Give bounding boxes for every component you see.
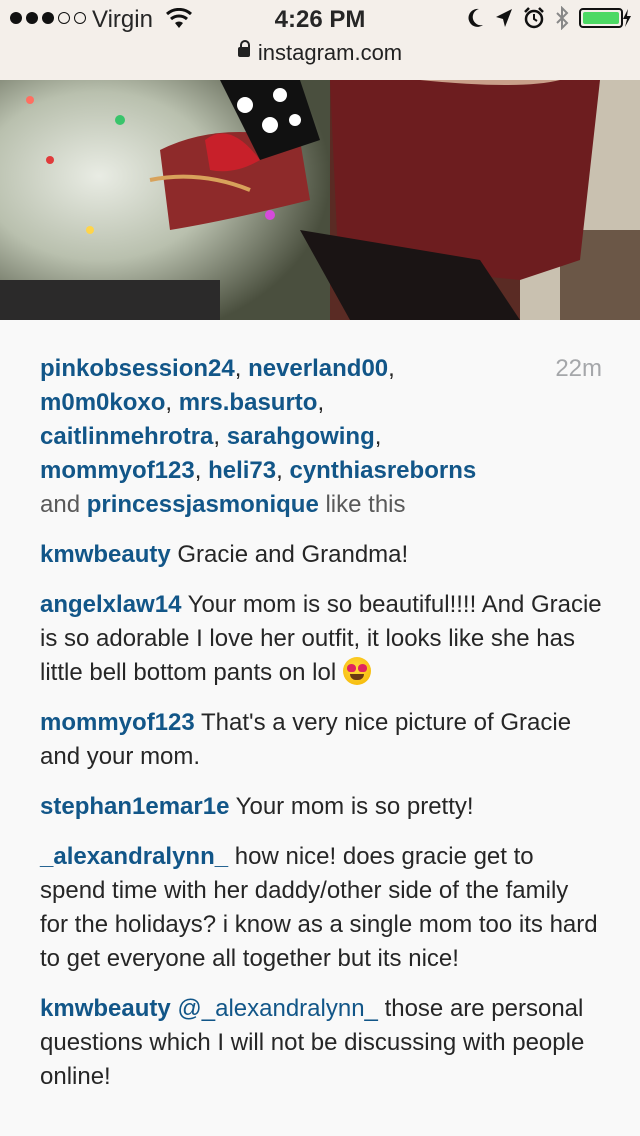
comment: stephan1emar1e Your mom is so pretty! [40, 790, 602, 824]
likes-suffix: like this [325, 491, 406, 518]
comment-username[interactable]: angelxlaw14 [40, 591, 181, 618]
post-photo[interactable] [0, 80, 640, 320]
battery-icon [579, 8, 623, 28]
post-image [0, 80, 640, 320]
likes-summary: 22m pinkobsession24, neverland00, m0m0ko… [40, 352, 602, 522]
charging-icon [623, 9, 631, 27]
liker-username[interactable]: heli73 [208, 457, 276, 484]
liker-username[interactable]: cynthiasreborns [289, 457, 476, 484]
status-bar: Virgin 4:26 PM instagram.com [0, 0, 640, 81]
comment: kmwbeauty Gracie and Grandma! [40, 538, 602, 572]
liker-username[interactable]: mrs.basurto [179, 389, 318, 416]
comment: kmwbeauty @_alexandralynn_ those are per… [40, 992, 602, 1094]
comment-text: Gracie and Grandma! [177, 541, 409, 568]
comment-username[interactable]: kmwbeauty [40, 995, 171, 1022]
status-row: Virgin 4:26 PM [0, 4, 640, 38]
comment-username[interactable]: _alexandralynn_ [40, 843, 228, 870]
liker-username[interactable]: mommyof123 [40, 457, 195, 484]
comment-username[interactable]: stephan1emar1e [40, 793, 229, 820]
liker-username[interactable]: pinkobsession24 [40, 355, 235, 382]
liker-username[interactable]: neverland00 [248, 355, 388, 382]
bluetooth-icon [556, 6, 569, 30]
moon-icon [468, 8, 483, 27]
post-details: 22m pinkobsession24, neverland00, m0m0ko… [40, 352, 602, 1094]
liker-username[interactable]: m0m0koxo [40, 389, 165, 416]
comment: _alexandralynn_ how nice! does gracie ge… [40, 840, 602, 976]
comment-mention[interactable]: @_alexandralynn_ [177, 995, 378, 1022]
address-bar[interactable]: instagram.com [0, 40, 640, 66]
liker-username[interactable]: princessjasmonique [87, 491, 319, 518]
comment-username[interactable]: mommyof123 [40, 709, 195, 736]
url-text: instagram.com [257, 40, 403, 65]
location-arrow-icon [496, 9, 512, 27]
comment: angelxlaw14 Your mom is so beautiful!!!!… [40, 588, 602, 690]
alarm-icon [524, 7, 544, 29]
comment: mommyof123 That's a very nice picture of… [40, 706, 602, 774]
liker-username[interactable]: sarahgowing [227, 423, 375, 450]
likes-and-label: and [40, 491, 81, 518]
comment-username[interactable]: kmwbeauty [40, 541, 171, 568]
status-icons [467, 6, 632, 30]
liker-username[interactable]: caitlinmehrotra [40, 423, 213, 450]
post-timestamp: 22m [555, 355, 602, 382]
lock-icon [237, 40, 250, 58]
heart-eyes-emoji [342, 656, 371, 685]
comment-text: Your mom is so pretty! [235, 793, 474, 820]
